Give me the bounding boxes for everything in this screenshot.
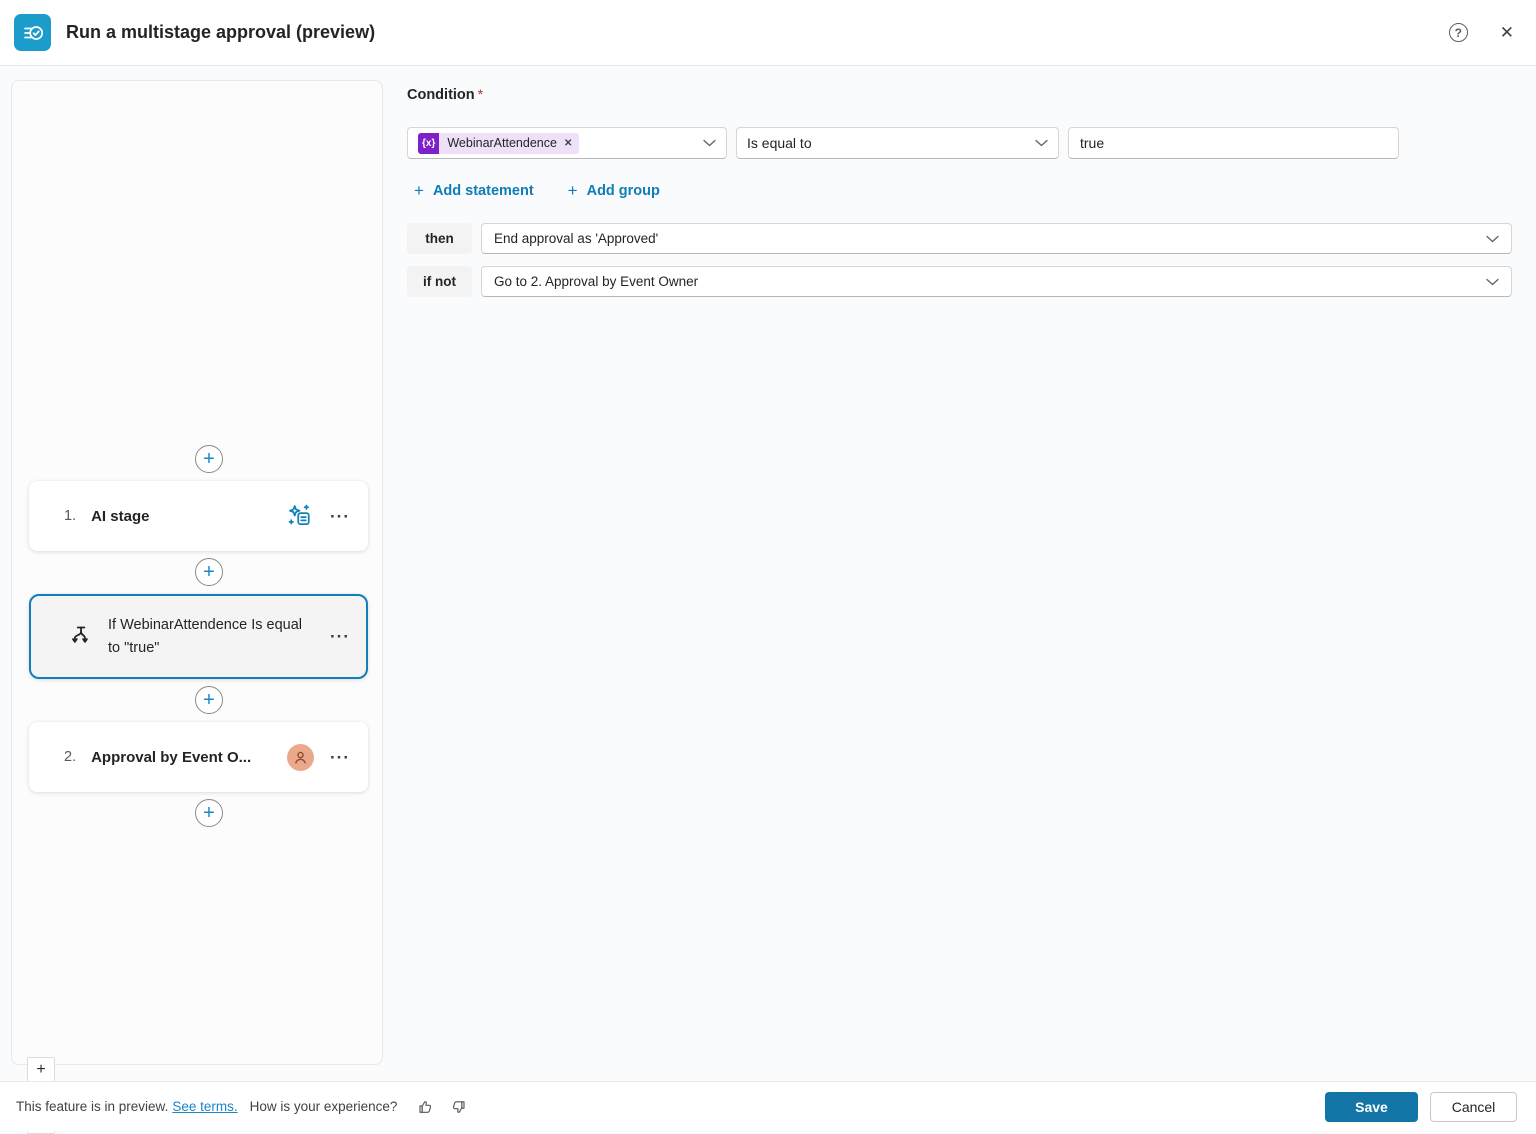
branch-condition-icon xyxy=(67,623,94,650)
experience-question: How is your experience? xyxy=(250,1099,398,1114)
stage-card-approval-by-event-owner[interactable]: 2. Approval by Event O... ··· xyxy=(29,722,368,792)
plus-icon: + xyxy=(203,803,215,823)
chevron-down-icon xyxy=(1035,139,1048,147)
preview-notice: This feature is in preview. xyxy=(16,1099,168,1114)
if-not-action-value: Go to 2. Approval by Event Owner xyxy=(494,274,698,289)
zoom-in-button[interactable]: + xyxy=(28,1058,54,1083)
stage-label: AI stage xyxy=(91,508,149,525)
condition-summary-text: If WebinarAttendence Is equal to "true" xyxy=(108,614,302,660)
condition-panel: Condition* {x} WebinarAttendence ✕ Is eq… xyxy=(407,86,1512,297)
see-terms-link[interactable]: See terms. xyxy=(172,1099,237,1114)
add-stage-button-after-1[interactable]: + xyxy=(195,558,223,586)
stage-label: Approval by Event O... xyxy=(91,749,251,766)
condition-label: Condition xyxy=(407,87,475,103)
more-actions-icon[interactable]: ··· xyxy=(330,628,350,645)
plus-icon: + xyxy=(568,181,578,201)
more-actions-icon[interactable]: ··· xyxy=(330,749,350,766)
stage-number: 1. xyxy=(64,508,76,524)
plus-icon: + xyxy=(203,690,215,710)
add-group-button[interactable]: + Add group xyxy=(568,181,660,201)
multistage-approval-app-icon xyxy=(14,14,51,51)
plus-icon: + xyxy=(203,562,215,582)
token-label: WebinarAttendence xyxy=(439,136,564,150)
cancel-button[interactable]: Cancel xyxy=(1430,1092,1517,1122)
more-actions-icon[interactable]: ··· xyxy=(330,508,350,525)
dynamic-content-token[interactable]: {x} WebinarAttendence ✕ xyxy=(418,133,579,154)
condition-operator-dropdown[interactable]: Is equal to xyxy=(736,127,1059,159)
add-stage-button-top[interactable]: + xyxy=(195,445,223,473)
flow-canvas[interactable]: + 1. AI stage ··· + xyxy=(11,80,383,1065)
chevron-down-icon xyxy=(1486,235,1499,243)
stage-card-ai-stage[interactable]: 1. AI stage ··· xyxy=(29,481,368,551)
expression-icon: {x} xyxy=(418,133,439,154)
if-not-action-dropdown[interactable]: Go to 2. Approval by Event Owner xyxy=(481,266,1512,297)
person-avatar xyxy=(287,744,314,771)
close-icon[interactable]: ✕ xyxy=(1500,24,1514,41)
token-remove-icon[interactable]: ✕ xyxy=(564,138,579,149)
stage-card-condition-selected[interactable]: If WebinarAttendence Is equal to "true" … xyxy=(29,594,368,679)
chevron-down-icon xyxy=(1486,278,1499,286)
operator-value: Is equal to xyxy=(747,135,812,151)
if-not-label: if not xyxy=(407,266,472,297)
required-asterisk: * xyxy=(478,86,483,102)
stage-number: 2. xyxy=(64,749,76,765)
then-action-value: End approval as 'Approved' xyxy=(494,231,658,246)
add-statement-button[interactable]: + Add statement xyxy=(414,181,534,201)
page-title: Run a multistage approval (preview) xyxy=(66,22,375,43)
then-label: then xyxy=(407,223,472,254)
plus-icon: + xyxy=(414,181,424,201)
add-stage-button-after-condition[interactable]: + xyxy=(195,686,223,714)
dialog-footer: This feature is in preview. See terms. H… xyxy=(0,1081,1536,1131)
chevron-down-icon xyxy=(703,139,716,147)
thumbs-down-icon[interactable] xyxy=(449,1098,467,1116)
ai-sparkle-icon xyxy=(286,502,314,530)
condition-field-dropdown[interactable]: {x} WebinarAttendence ✕ xyxy=(407,127,727,159)
save-button[interactable]: Save xyxy=(1325,1092,1418,1122)
dialog-header: Run a multistage approval (preview) ? ✕ xyxy=(0,0,1536,66)
condition-value-input[interactable] xyxy=(1068,127,1399,159)
thumbs-up-icon[interactable] xyxy=(417,1098,435,1116)
help-icon[interactable]: ? xyxy=(1449,23,1468,42)
plus-icon: + xyxy=(203,449,215,469)
add-stage-button-bottom[interactable]: + xyxy=(195,799,223,827)
then-action-dropdown[interactable]: End approval as 'Approved' xyxy=(481,223,1512,254)
